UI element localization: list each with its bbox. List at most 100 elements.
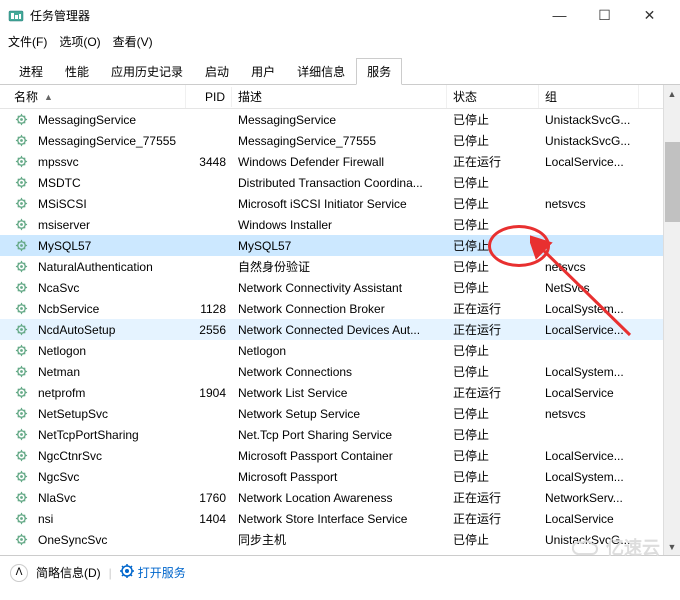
table-row[interactable]: NetlogonNetlogon已停止 (0, 340, 680, 361)
table-row[interactable]: NgcCtnrSvcMicrosoft Passport Container已停… (0, 445, 680, 466)
tab-性能[interactable]: 性能 (54, 58, 100, 84)
maximize-button[interactable]: ☐ (582, 0, 627, 30)
service-icon (14, 533, 28, 547)
table-row[interactable]: msiserverWindows Installer已停止 (0, 214, 680, 235)
table-row[interactable]: NgcSvcMicrosoft Passport已停止LocalSystem..… (0, 466, 680, 487)
service-state: 已停止 (447, 361, 539, 382)
table-row[interactable]: mpssvc3448Windows Defender Firewall正在运行L… (0, 151, 680, 172)
service-group: UnistackSvcG... (539, 132, 639, 150)
service-group (539, 433, 639, 437)
menu-file[interactable]: 文件(F) (8, 33, 47, 50)
service-state: 正在运行 (447, 508, 539, 529)
table-row[interactable]: MySQL57MySQL57已停止 (0, 235, 680, 256)
service-group: netsvcs (539, 405, 639, 423)
service-pid (186, 202, 232, 206)
service-state: 已停止 (447, 256, 539, 277)
service-icon (14, 176, 28, 190)
window-title: 任务管理器 (30, 7, 537, 24)
service-pid: 1760 (186, 489, 232, 507)
service-state: 已停止 (447, 340, 539, 361)
service-icon (14, 134, 28, 148)
table-row[interactable]: NaturalAuthentication自然身份验证已停止netsvcs (0, 256, 680, 277)
service-pid: 1128 (186, 300, 232, 318)
service-name: MySQL57 (38, 239, 91, 253)
service-pid (186, 412, 232, 416)
service-desc: Microsoft Passport (232, 468, 447, 486)
service-icon (14, 491, 28, 505)
table-row[interactable]: MSDTCDistributed Transaction Coordina...… (0, 172, 680, 193)
service-name: netprofm (38, 386, 85, 400)
service-group: UnistackSvcG... (539, 111, 639, 129)
table-row[interactable]: netprofm1904Network List Service正在运行Loca… (0, 382, 680, 403)
less-details-button[interactable]: ᐱ (10, 564, 28, 582)
table-row[interactable]: MessagingService_77555MessagingService_7… (0, 130, 680, 151)
service-state: 已停止 (447, 529, 539, 550)
services-icon (120, 564, 134, 581)
service-state: 正在运行 (447, 151, 539, 172)
service-desc: Net.Tcp Port Sharing Service (232, 426, 447, 444)
service-desc: Microsoft Passport Container (232, 447, 447, 465)
tab-应用历史记录[interactable]: 应用历史记录 (100, 58, 194, 84)
table-row[interactable]: NcdAutoSetup 2556Network Connected Device… (0, 319, 680, 340)
service-group (539, 349, 639, 353)
tab-进程[interactable]: 进程 (8, 58, 54, 84)
service-pid: 1404 (186, 510, 232, 528)
window-controls: — ☐ ✕ (537, 0, 672, 30)
column-state[interactable]: 状态 (447, 85, 539, 108)
close-button[interactable]: ✕ (627, 0, 672, 30)
column-name[interactable]: 名称 ▲ (8, 85, 186, 108)
service-name: MSDTC (38, 176, 81, 190)
scroll-up-icon[interactable]: ▲ (664, 85, 680, 102)
service-state: 正在运行 (447, 319, 539, 340)
service-name: NcaSvc (38, 281, 79, 295)
service-pid (186, 433, 232, 437)
service-desc: Network Connections (232, 363, 447, 381)
service-group: LocalService (539, 384, 639, 402)
open-services-link[interactable]: 打开服务 (120, 564, 186, 581)
service-desc: Network Connected Devices Aut... (232, 321, 447, 339)
less-details-label[interactable]: 简略信息(D) (36, 564, 101, 581)
service-desc: MessagingService (232, 111, 447, 129)
column-group[interactable]: 组 (539, 85, 639, 108)
service-state: 已停止 (447, 466, 539, 487)
menu-view[interactable]: 查看(V) (113, 33, 153, 50)
titlebar: 任务管理器 — ☐ ✕ (0, 0, 680, 30)
minimize-button[interactable]: — (537, 0, 582, 30)
service-state: 已停止 (447, 277, 539, 298)
scroll-down-icon[interactable]: ▼ (664, 538, 680, 555)
vertical-scrollbar[interactable]: ▲ ▼ (663, 85, 680, 555)
table-row[interactable]: NetSetupSvcNetwork Setup Service已停止netsv… (0, 403, 680, 424)
menu-options[interactable]: 选项(O) (59, 33, 100, 50)
service-icon (14, 344, 28, 358)
tab-启动[interactable]: 启动 (194, 58, 240, 84)
column-desc[interactable]: 描述 (232, 85, 447, 108)
table-row[interactable]: NcbService1128Network Connection Broker正… (0, 298, 680, 319)
tab-详细信息[interactable]: 详细信息 (286, 58, 356, 84)
table-row[interactable]: NetmanNetwork Connections已停止LocalSystem.… (0, 361, 680, 382)
table-row[interactable]: NlaSvc1760Network Location Awareness正在运行… (0, 487, 680, 508)
service-state: 已停止 (447, 403, 539, 424)
service-pid (186, 538, 232, 542)
table-body[interactable]: MessagingServiceMessagingService已停止Unist… (0, 109, 680, 555)
service-name: NgcCtnrSvc (38, 449, 102, 463)
service-desc: Windows Defender Firewall (232, 153, 447, 171)
table-row[interactable]: NetTcpPortSharingNet.Tcp Port Sharing Se… (0, 424, 680, 445)
services-table: 名称 ▲ PID 描述 状态 组 MessagingServiceMessagi… (0, 85, 680, 555)
table-header: 名称 ▲ PID 描述 状态 组 (0, 85, 680, 109)
scroll-thumb[interactable] (665, 142, 680, 222)
service-group: LocalService... (539, 321, 639, 339)
table-row[interactable]: nsi1404Network Store Interface Service正在… (0, 508, 680, 529)
service-icon (14, 302, 28, 316)
service-desc: MySQL57 (232, 237, 447, 255)
tab-用户[interactable]: 用户 (240, 58, 286, 84)
table-row[interactable]: MSiSCSIMicrosoft iSCSI Initiator Service… (0, 193, 680, 214)
tab-服务[interactable]: 服务 (356, 58, 402, 85)
service-group: netsvcs (539, 195, 639, 213)
column-pid[interactable]: PID (186, 87, 232, 107)
table-row[interactable]: MessagingServiceMessagingService已停止Unist… (0, 109, 680, 130)
service-pid: 2556 (186, 321, 232, 339)
service-desc: Network Connectivity Assistant (232, 279, 447, 297)
service-name: NcdAutoSetup (38, 323, 115, 337)
table-row[interactable]: NcaSvcNetwork Connectivity Assistant已停止N… (0, 277, 680, 298)
service-name: OneSyncSvc (38, 533, 107, 547)
